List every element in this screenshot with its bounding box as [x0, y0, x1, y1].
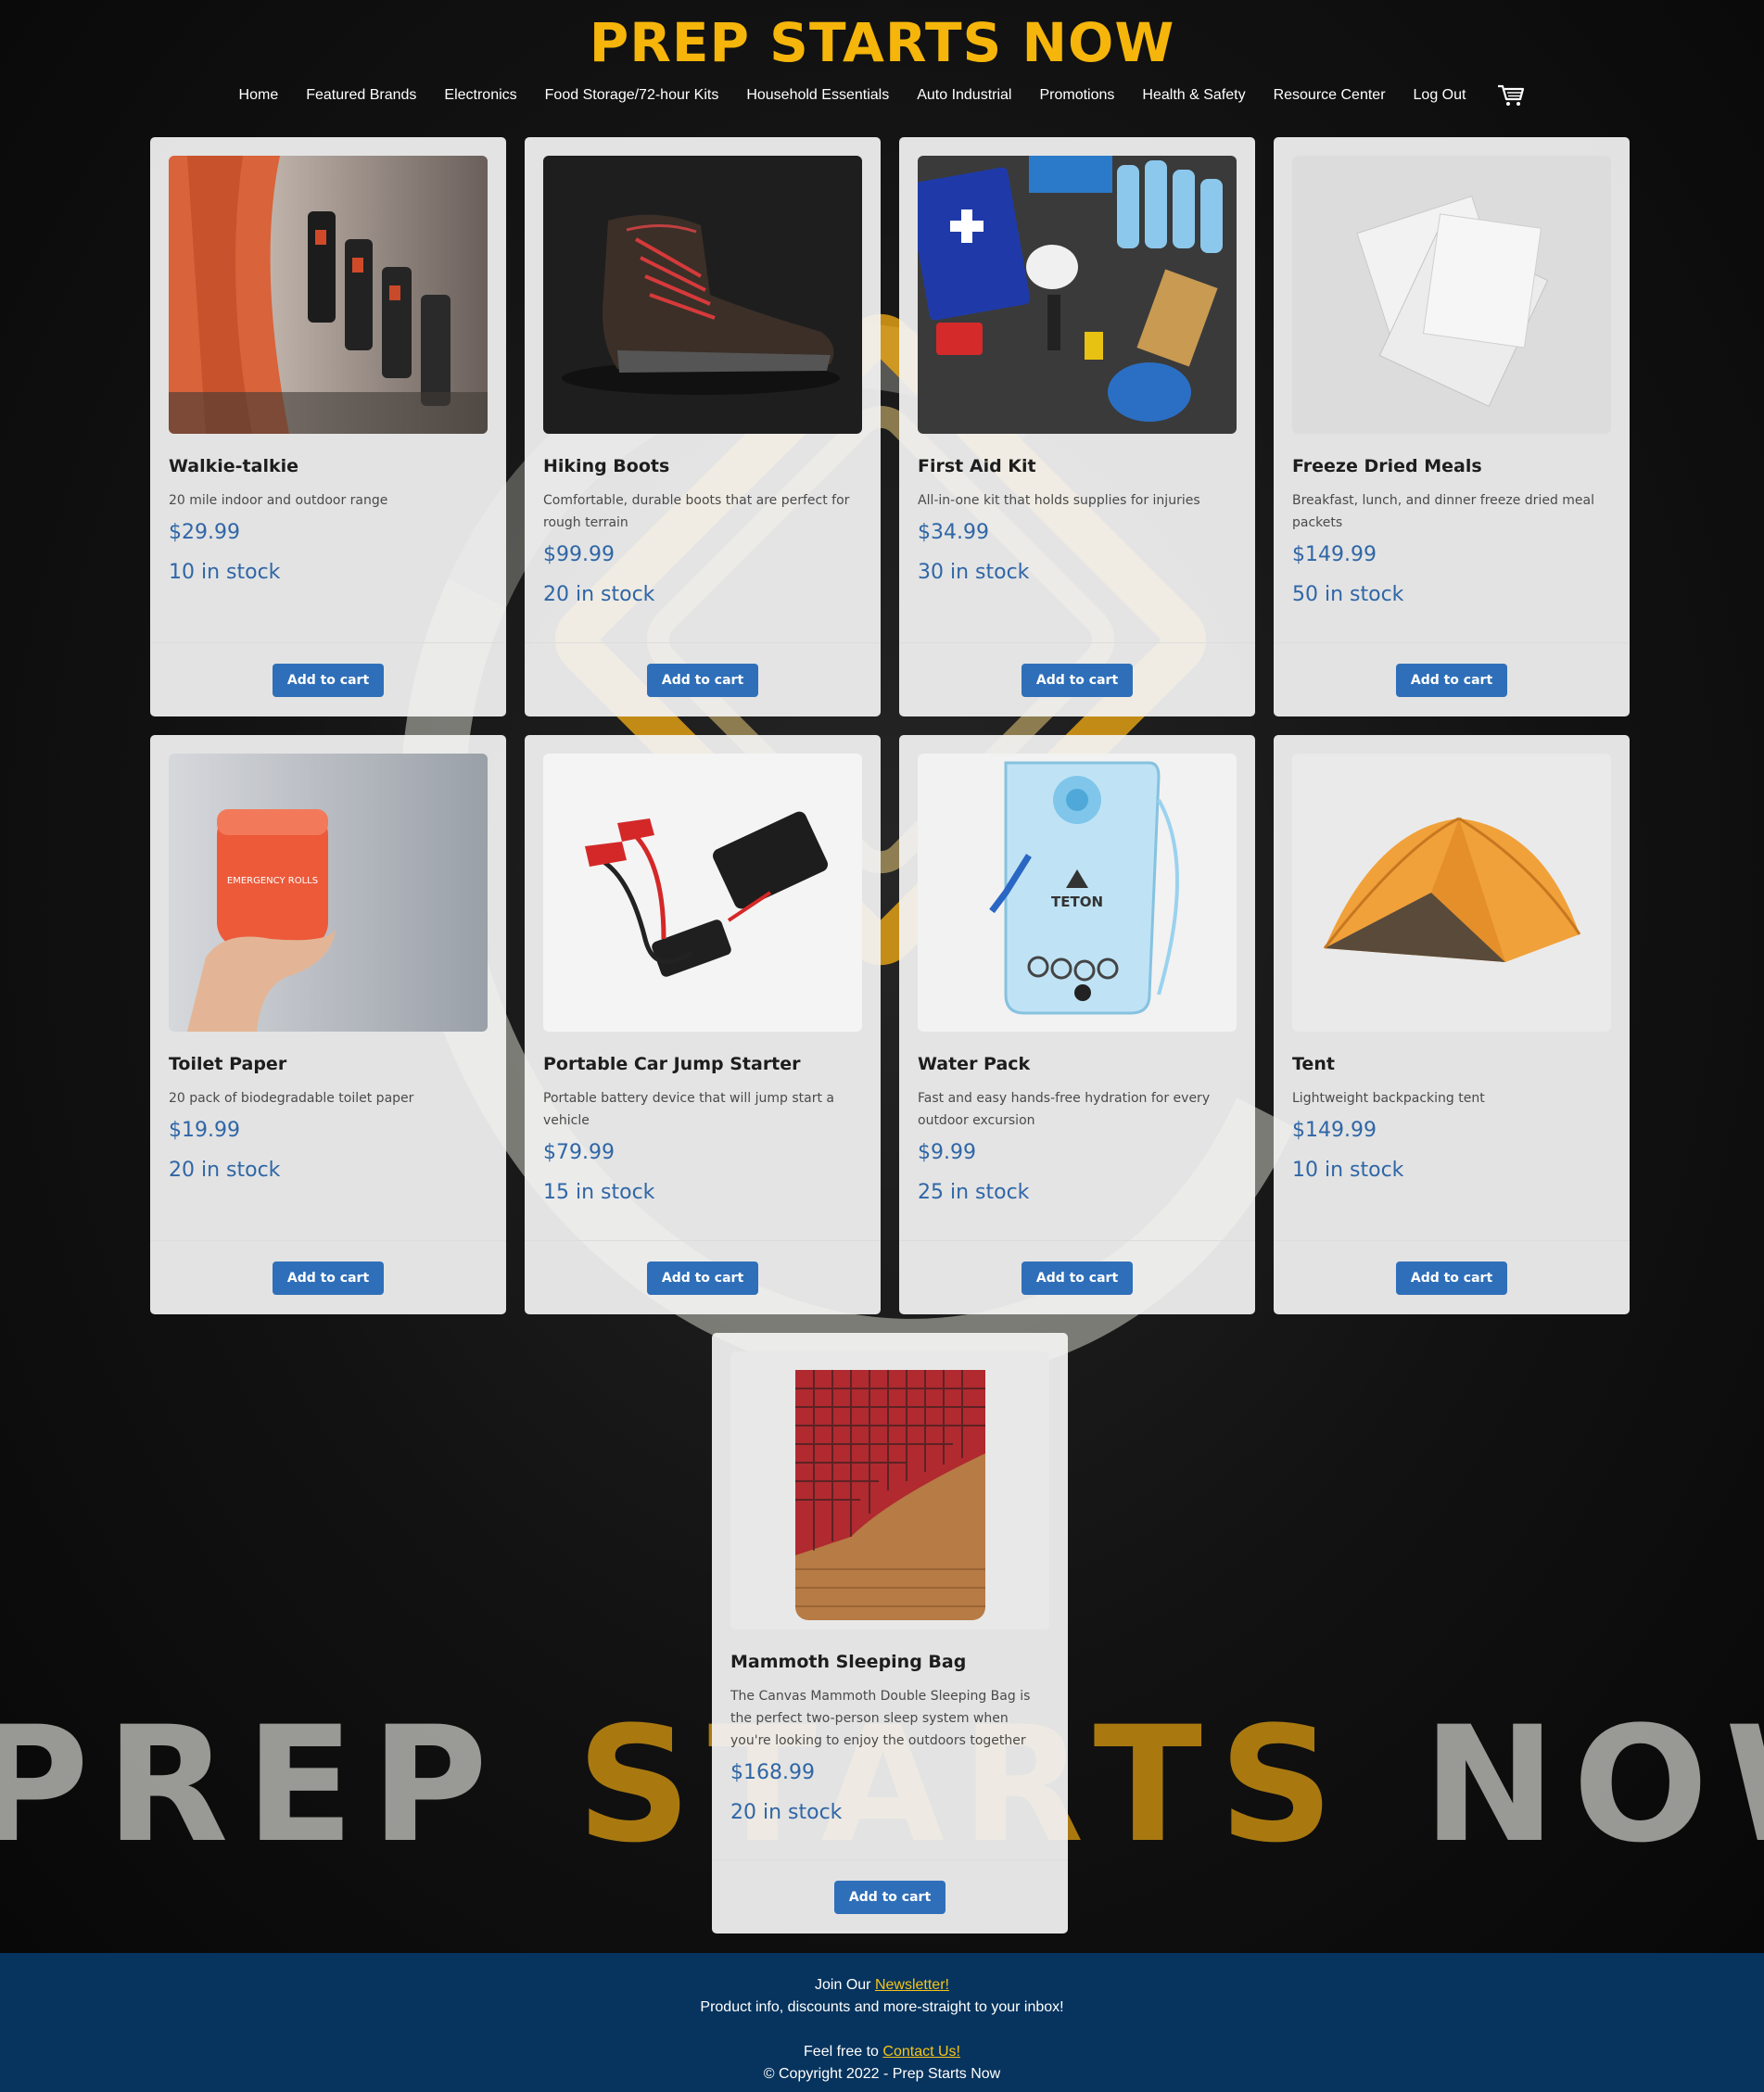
add-to-cart-button[interactable]: Add to cart: [1395, 1261, 1508, 1295]
product-title: Freeze Dried Meals: [1292, 456, 1482, 476]
shopping-cart-icon[interactable]: [1497, 83, 1525, 108]
product-card: Mammoth Sleeping Bag The Canvas Mammoth …: [712, 1333, 1068, 1934]
product-description: 20 pack of biodegradable toilet paper: [169, 1091, 414, 1106]
water-pack-brand-logo: TETON: [1051, 894, 1103, 910]
add-to-cart-button[interactable]: Add to cart: [272, 663, 385, 697]
tent-image[interactable]: [1292, 754, 1611, 1032]
product-stock: 25 in stock: [918, 1181, 1030, 1204]
product-card: EMERGENCY ROLLS Toilet Paper 20 pack of …: [150, 735, 506, 1314]
contact-prefix: Feel free to: [804, 2044, 883, 2060]
site-header: PREP STARTS NOW Home Featured Brands Ele…: [0, 0, 1764, 130]
product-description: Comfortable, durable boots that are perf…: [543, 493, 850, 530]
contact-link[interactable]: Contact Us!: [882, 2044, 960, 2060]
add-to-cart-button[interactable]: Add to cart: [646, 1261, 759, 1295]
water-pack-image[interactable]: TETON: [918, 754, 1237, 1032]
product-title: Mammoth Sleeping Bag: [730, 1652, 967, 1672]
product-stock: 15 in stock: [543, 1181, 655, 1204]
nav-electronics[interactable]: Electronics: [444, 87, 516, 104]
product-grid: Walkie-talkie 20 mile indoor and outdoor…: [150, 137, 1630, 1314]
background-word-prep: PREP: [0, 1692, 505, 1878]
product-stock: 10 in stock: [169, 561, 281, 584]
product-title: Portable Car Jump Starter: [543, 1054, 801, 1074]
newsletter-subtext: Product info, discounts and more-straigh…: [700, 1999, 1064, 2015]
product-stock: 10 in stock: [1292, 1159, 1404, 1182]
product-title: Hiking Boots: [543, 456, 670, 476]
jump-starter-image[interactable]: [543, 754, 862, 1032]
product-stock: 20 in stock: [169, 1159, 281, 1182]
newsletter-prefix: Join Our: [815, 1977, 875, 1993]
product-price: $99.99: [543, 543, 615, 566]
add-to-cart-button[interactable]: Add to cart: [1021, 1261, 1134, 1295]
nav-log-out[interactable]: Log Out: [1414, 87, 1466, 104]
product-stock: 20 in stock: [543, 583, 655, 606]
product-card: Freeze Dried Meals Breakfast, lunch, and…: [1274, 137, 1630, 716]
product-price: $149.99: [1292, 1119, 1377, 1142]
product-price: $168.99: [730, 1761, 815, 1784]
product-card: TETON Water Pack Fast and easy hands-fre…: [899, 735, 1255, 1314]
newsletter-line: Join Our Newsletter!: [0, 1977, 1764, 1994]
nav-health-safety[interactable]: Health & Safety: [1142, 87, 1245, 104]
add-to-cart-button[interactable]: Add to cart: [272, 1261, 385, 1295]
site-footer: Join Our Newsletter! Product info, disco…: [0, 1953, 1764, 2092]
product-description: Lightweight backpacking tent: [1292, 1091, 1485, 1106]
nav-resource-center[interactable]: Resource Center: [1274, 87, 1386, 104]
product-stock: 20 in stock: [730, 1801, 843, 1824]
product-title: Toilet Paper: [169, 1054, 287, 1074]
nav-featured-brands[interactable]: Featured Brands: [306, 87, 416, 104]
product-description: Breakfast, lunch, and dinner freeze drie…: [1292, 493, 1594, 530]
site-title: PREP STARTS NOW: [589, 11, 1175, 74]
product-card: First Aid Kit All-in-one kit that holds …: [899, 137, 1255, 716]
product-price: $149.99: [1292, 543, 1377, 566]
hiking-boots-image[interactable]: [543, 156, 862, 434]
product-card: Tent Lightweight backpacking tent $149.9…: [1274, 735, 1630, 1314]
add-to-cart-button[interactable]: Add to cart: [833, 1880, 946, 1914]
product-description: Portable battery device that will jump s…: [543, 1091, 834, 1128]
toilet-paper-package-label: EMERGENCY ROLLS: [227, 876, 318, 886]
product-description: All-in-one kit that holds supplies for i…: [918, 493, 1200, 508]
sleeping-bag-image[interactable]: [730, 1351, 1049, 1629]
add-to-cart-button[interactable]: Add to cart: [1395, 663, 1508, 697]
nav-promotions[interactable]: Promotions: [1039, 87, 1114, 104]
nav-food-storage[interactable]: Food Storage/72-hour Kits: [545, 87, 719, 104]
product-stock: 50 in stock: [1292, 583, 1404, 606]
first-aid-kit-image[interactable]: [918, 156, 1237, 434]
product-description: The Canvas Mammoth Double Sleeping Bag i…: [730, 1689, 1031, 1748]
nav-home[interactable]: Home: [239, 87, 279, 104]
product-price: $9.99: [918, 1141, 976, 1164]
product-title: First Aid Kit: [918, 456, 1036, 476]
freeze-dried-meals-image[interactable]: [1292, 156, 1611, 434]
product-price: $19.99: [169, 1119, 240, 1142]
product-stock: 30 in stock: [918, 561, 1030, 584]
nav-household-essentials[interactable]: Household Essentials: [746, 87, 889, 104]
newsletter-link[interactable]: Newsletter!: [875, 1977, 949, 1993]
background-word-now: NOW: [1422, 1692, 1764, 1878]
product-description: Fast and easy hands-free hydration for e…: [918, 1091, 1211, 1128]
product-description: 20 mile indoor and outdoor range: [169, 493, 388, 508]
product-title: Water Pack: [918, 1054, 1031, 1074]
add-to-cart-button[interactable]: Add to cart: [646, 663, 759, 697]
product-price: $34.99: [918, 521, 989, 544]
toilet-paper-image[interactable]: EMERGENCY ROLLS: [169, 754, 488, 1032]
product-price: $79.99: [543, 1141, 615, 1164]
copyright: © Copyright 2022 - Prep Starts Now: [763, 2066, 1001, 2082]
product-card: Portable Car Jump Starter Portable batte…: [525, 735, 881, 1314]
main-nav: Home Featured Brands Electronics Food St…: [0, 83, 1764, 108]
walkie-talkie-image[interactable]: [169, 156, 488, 434]
contact-line: Feel free to Contact Us!: [0, 2044, 1764, 2060]
product-card: Hiking Boots Comfortable, durable boots …: [525, 137, 881, 716]
product-card: Walkie-talkie 20 mile indoor and outdoor…: [150, 137, 506, 716]
product-title: Walkie-talkie: [169, 456, 298, 476]
product-price: $29.99: [169, 521, 240, 544]
product-title: Tent: [1292, 1054, 1335, 1074]
nav-auto-industrial[interactable]: Auto Industrial: [917, 87, 1011, 104]
add-to-cart-button[interactable]: Add to cart: [1021, 663, 1134, 697]
